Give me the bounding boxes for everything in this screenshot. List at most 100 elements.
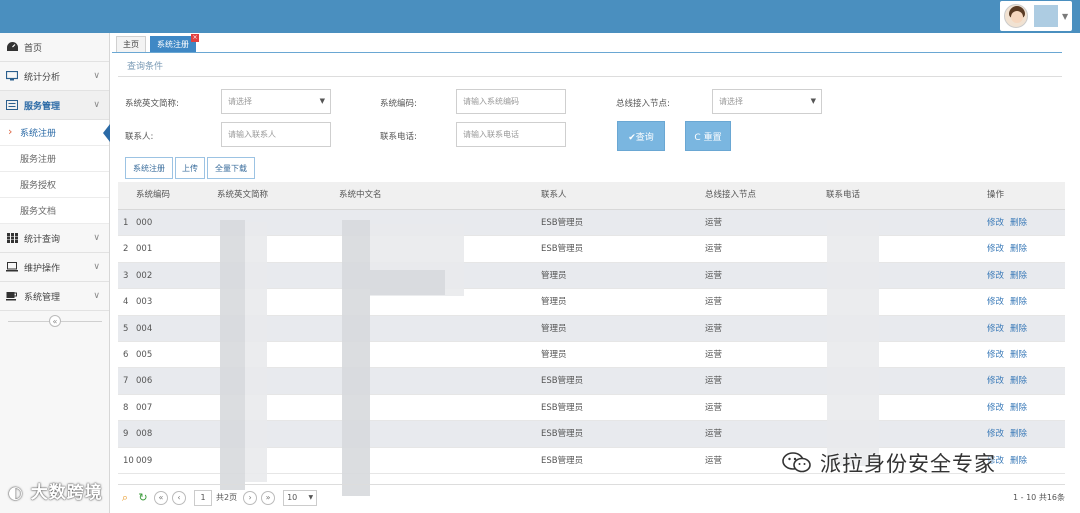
cell-contact: 管理员 (541, 297, 567, 308)
sidebar-item-system-mgmt[interactable]: 系统管理 ∨ (0, 282, 109, 311)
caret-down-icon[interactable]: ▼ (1062, 12, 1068, 21)
search-icon[interactable]: ⌕ (118, 490, 132, 505)
chevron-down-icon: ∨ (93, 233, 100, 243)
cell-contact: ESB管理员 (541, 376, 584, 387)
sidebar-item-stats-query[interactable]: 统计查询 ∨ (0, 224, 109, 253)
system-register-button[interactable]: 系统注册 (125, 157, 173, 179)
edit-link[interactable]: 修改 (987, 271, 1004, 281)
header-phone: 联系电话 (826, 190, 861, 200)
page-number-input[interactable]: 1 (194, 489, 212, 506)
user-name-redacted (1034, 5, 1058, 27)
user-menu[interactable]: ▼ (1000, 1, 1072, 31)
edit-link[interactable]: 修改 (987, 324, 1004, 334)
next-page-icon[interactable]: › (243, 490, 258, 505)
first-page-icon[interactable]: « (154, 490, 168, 505)
delete-link[interactable]: 删除 (1010, 403, 1027, 413)
coffee-icon (6, 291, 18, 302)
cell-contact: 管理员 (541, 270, 567, 281)
delete-link[interactable]: 删除 (1010, 297, 1027, 307)
cell-contact: ESB管理员 (541, 218, 584, 228)
sidebar-subitem-service-docs[interactable]: 服务文档 (0, 198, 109, 224)
page-info: 1 - 10 共16条 (1013, 493, 1065, 502)
query-button[interactable]: ✔查询 (617, 121, 665, 151)
sidebar-subitem-service-auth[interactable]: 服务授权 (0, 172, 109, 198)
dashboard-icon (6, 42, 18, 53)
watermark-right: 派拉身份安全专家 (782, 448, 996, 478)
cell-bus-node: 运营 (705, 270, 723, 281)
edit-link[interactable]: 修改 (987, 244, 1004, 254)
collapse-left-icon[interactable]: « (49, 315, 61, 327)
cell-bus-node: 运营 (705, 297, 723, 308)
delete-link[interactable]: 删除 (1010, 324, 1027, 334)
cell-actions: 修改 删除 (987, 342, 1033, 368)
chevron-down-icon: ∨ (93, 291, 100, 301)
download-all-button[interactable]: 全量下载 (207, 157, 255, 179)
edit-link[interactable]: 修改 (987, 350, 1004, 360)
cell-sys-code: 000 (136, 218, 153, 228)
bus-node-select[interactable]: 请选择 ▼ (712, 89, 822, 114)
cell-bus-node: 运营 (705, 376, 723, 387)
page-size-select[interactable]: 10 ▼ (283, 489, 318, 506)
top-header: ▼ (0, 0, 1080, 33)
close-icon[interactable]: × (191, 34, 199, 42)
tab-home[interactable]: 主页 (116, 36, 146, 52)
row-index: 7 (123, 376, 129, 387)
delete-link[interactable]: 删除 (1010, 350, 1027, 360)
prev-page-icon[interactable]: ‹ (172, 490, 186, 505)
sidebar-item-stats[interactable]: 统计分析 ∨ (0, 62, 109, 91)
edit-link[interactable]: 修改 (987, 297, 1004, 307)
system-table: 系统编码 系统英文简称 系统中文名 联系人 总线接入节点 联系电话 操作 1 00… (118, 182, 1065, 496)
reset-button[interactable]: C 重置 (685, 121, 731, 151)
delete-link[interactable]: 删除 (1010, 376, 1027, 386)
edit-link[interactable]: 修改 (987, 218, 1004, 228)
edit-link[interactable]: 修改 (987, 429, 1004, 439)
cell-sys-code: 002 (136, 270, 153, 281)
delete-link[interactable]: 删除 (1010, 271, 1027, 281)
sidebar: 首页 统计分析 ∨ 服务管理 ∨ 系统注册 服务注册 服务授权 服务文档 统计查… (0, 33, 110, 513)
avatar[interactable] (1004, 4, 1028, 28)
contact-input[interactable]: 请输入联系人 (221, 122, 331, 147)
sidebar-item-service-mgmt[interactable]: 服务管理 ∨ (0, 91, 109, 120)
sys-en-select[interactable]: 请选择 ▼ (221, 89, 331, 114)
refresh-icon[interactable]: ↻ (136, 490, 150, 505)
table-header: 系统编码 系统英文简称 系统中文名 联系人 总线接入节点 联系电话 操作 (118, 182, 1065, 210)
phone-input[interactable]: 请输入联系电话 (456, 122, 566, 147)
sidebar-subitem-service-register[interactable]: 服务注册 (0, 146, 109, 172)
sidebar-item-home[interactable]: 首页 (0, 33, 109, 62)
cell-actions: 修改 删除 (987, 263, 1033, 289)
cell-actions: 修改 删除 (987, 395, 1033, 421)
last-page-icon[interactable]: » (261, 490, 276, 505)
laptop-icon (6, 262, 18, 273)
delete-link[interactable]: 删除 (1010, 244, 1027, 254)
cell-contact: ESB管理员 (541, 244, 584, 255)
edit-link[interactable]: 修改 (987, 403, 1004, 413)
cell-actions: 修改 删除 (987, 236, 1033, 262)
cell-sys-code: 003 (136, 297, 153, 308)
cell-bus-node: 运营 (705, 455, 723, 466)
redacted-cn-name (342, 220, 370, 496)
chevron-down-icon: ∨ (93, 262, 100, 272)
tab-system-register[interactable]: 系统注册 × (150, 34, 199, 52)
edit-link[interactable]: 修改 (987, 376, 1004, 386)
sys-code-input[interactable]: 请输入系统编码 (456, 89, 566, 114)
list-icon (6, 100, 18, 111)
chevron-down-icon: ∨ (93, 100, 100, 110)
cell-sys-code: 005 (136, 349, 153, 360)
sidebar-subitem-system-register[interactable]: 系统注册 (0, 120, 110, 146)
sidebar-item-maintenance[interactable]: 维护操作 ∨ (0, 253, 109, 282)
delete-link[interactable]: 删除 (1010, 456, 1027, 466)
header-actions: 操作 (987, 190, 1005, 200)
sys-en-label: 系统英文简称: (125, 99, 179, 109)
upload-button[interactable]: 上传 (175, 157, 205, 179)
cell-sys-code: 008 (136, 429, 153, 440)
caret-down-icon: ▼ (810, 97, 816, 105)
cell-contact: 管理员 (541, 323, 567, 334)
delete-link[interactable]: 删除 (1010, 218, 1027, 228)
sidebar-collapse-bar: « (8, 314, 102, 328)
redacted-cn-name-dark (370, 270, 445, 295)
redacted-en-name-edge (245, 222, 267, 482)
pagination: ⌕ ↻ « ‹ 1 共2页 › » 10 ▼ 1 - 10 共16条 (118, 484, 1065, 510)
chevron-down-icon: ∨ (93, 71, 100, 81)
cell-bus-node: 运营 (705, 323, 723, 334)
delete-link[interactable]: 删除 (1010, 429, 1027, 439)
